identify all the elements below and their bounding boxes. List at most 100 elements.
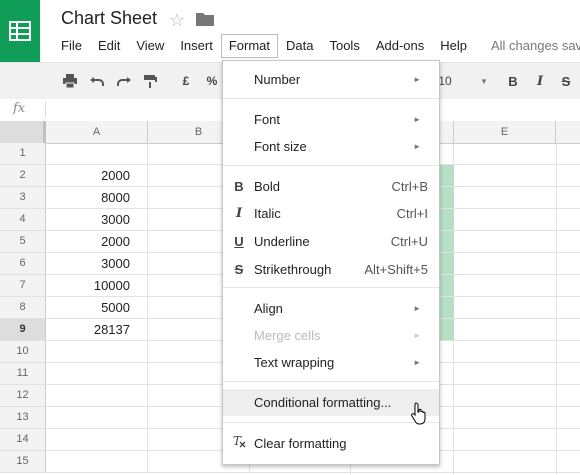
row-header[interactable]: 2: [0, 165, 46, 186]
row-header[interactable]: 5: [0, 231, 46, 252]
menu-item-shortcut: Ctrl+U: [390, 234, 428, 249]
menu-item-label: Align: [254, 301, 283, 316]
bold-button[interactable]: B: [505, 63, 521, 99]
italic-icon: I: [235, 206, 243, 221]
menu-item-label: Font size: [254, 139, 307, 154]
menu-item-label: Merge cells: [254, 328, 321, 343]
cell-a[interactable]: 5000: [46, 297, 148, 318]
submenu-arrow-icon: ►: [413, 142, 421, 151]
menu-item-font[interactable]: Font ►: [223, 106, 439, 133]
menu-item-number[interactable]: Number ►: [223, 66, 439, 93]
menu-bar: File Edit View Insert Format Data Tools …: [53, 34, 475, 58]
column-header-e[interactable]: E: [454, 121, 556, 143]
menu-item-shortcut: Alt+Shift+5: [364, 262, 428, 277]
row-header[interactable]: 8: [0, 297, 46, 318]
row-header[interactable]: 15: [0, 451, 46, 472]
row-header[interactable]: 14: [0, 429, 46, 450]
menu-separator: [223, 165, 439, 166]
clear-formatting-icon: T: [232, 430, 246, 457]
menu-separator: [223, 287, 439, 288]
row-header[interactable]: 4: [0, 209, 46, 230]
menu-help[interactable]: Help: [432, 34, 475, 58]
menu-insert[interactable]: Insert: [172, 34, 221, 58]
cell-a[interactable]: [46, 363, 148, 384]
cell-a[interactable]: [46, 451, 148, 472]
menu-item-label: Italic: [254, 206, 281, 221]
currency-button[interactable]: £: [176, 63, 196, 99]
menu-item-merge-cells: Merge cells ►: [223, 322, 439, 349]
menu-tools[interactable]: Tools: [321, 34, 367, 58]
column-header-a[interactable]: A: [46, 121, 148, 143]
menu-item-underline[interactable]: U Underline Ctrl+U: [223, 228, 439, 255]
row-header[interactable]: 13: [0, 407, 46, 428]
row-header[interactable]: 6: [0, 253, 46, 274]
row-header[interactable]: 12: [0, 385, 46, 406]
print-icon[interactable]: [60, 63, 80, 99]
menu-format[interactable]: Format: [220, 34, 278, 58]
submenu-arrow-icon: ►: [413, 358, 421, 367]
redo-icon[interactable]: [114, 63, 134, 99]
submenu-arrow-icon: ►: [413, 304, 421, 313]
menu-item-conditional-formatting[interactable]: Conditional formatting...: [223, 389, 439, 416]
menu-separator: [223, 98, 439, 99]
sheets-icon: [9, 21, 31, 41]
menu-edit[interactable]: Edit: [90, 34, 128, 58]
cell-a[interactable]: [46, 429, 148, 450]
row-header[interactable]: 11: [0, 363, 46, 384]
submenu-arrow-icon: ►: [413, 115, 421, 124]
star-icon[interactable]: ☆: [169, 9, 185, 31]
cell-a[interactable]: 2000: [46, 231, 148, 252]
paint-format-icon[interactable]: [140, 63, 160, 99]
menu-add-ons[interactable]: Add-ons: [368, 34, 432, 58]
cell-a[interactable]: [46, 341, 148, 362]
sheets-logo[interactable]: [0, 0, 40, 62]
cell-a[interactable]: 3000: [46, 209, 148, 230]
menu-item-clear-formatting[interactable]: T Clear formatting: [223, 430, 439, 457]
cell-a[interactable]: 28137: [46, 319, 148, 340]
row-header[interactable]: 3: [0, 187, 46, 208]
cell-a[interactable]: 2000: [46, 165, 148, 186]
underline-icon: U: [234, 234, 244, 249]
cell-a[interactable]: 3000: [46, 253, 148, 274]
menu-item-label: Underline: [254, 234, 310, 249]
cell-a[interactable]: [46, 143, 148, 164]
menu-view[interactable]: View: [128, 34, 172, 58]
menu-separator: [223, 381, 439, 382]
menu-item-label: Strikethrough: [254, 262, 332, 277]
menu-item-font-size[interactable]: Font size ►: [223, 133, 439, 160]
menu-item-label: Font: [254, 112, 281, 127]
document-title[interactable]: Chart Sheet: [61, 8, 157, 29]
menu-item-label: Number: [254, 72, 301, 87]
strikethrough-button[interactable]: S: [558, 63, 574, 99]
menu-item-shortcut: Ctrl+I: [396, 206, 428, 221]
undo-icon[interactable]: [87, 63, 107, 99]
folder-icon[interactable]: [196, 12, 214, 29]
font-size-value[interactable]: 10: [438, 63, 452, 99]
save-status: All changes sav: [491, 38, 580, 53]
percent-button[interactable]: %: [203, 63, 221, 99]
menu-item-bold[interactable]: B Bold Ctrl+B: [223, 173, 439, 200]
fx-icon: fx: [13, 101, 26, 116]
cell-a[interactable]: 10000: [46, 275, 148, 296]
select-all-corner[interactable]: [0, 121, 46, 143]
font-size-dropdown-icon[interactable]: ▼: [478, 63, 490, 99]
submenu-arrow-icon: ►: [413, 331, 421, 340]
row-header[interactable]: 7: [0, 275, 46, 296]
menu-data[interactable]: Data: [278, 34, 321, 58]
cell-a[interactable]: [46, 385, 148, 406]
cell-a[interactable]: [46, 407, 148, 428]
menu-item-strikethrough[interactable]: S Strikethrough Alt+Shift+5: [223, 256, 439, 283]
formula-divider: [45, 102, 46, 118]
hand-cursor-icon: [411, 402, 429, 429]
menu-item-text-wrapping[interactable]: Text wrapping ►: [223, 349, 439, 376]
menu-item-align[interactable]: Align ►: [223, 295, 439, 322]
menu-file[interactable]: File: [53, 34, 90, 58]
format-menu: Number ► Font ► Font size ► B Bold Ctrl+…: [222, 60, 440, 465]
italic-button[interactable]: I: [532, 63, 548, 99]
row-header[interactable]: 1: [0, 143, 46, 164]
row-header[interactable]: 10: [0, 341, 46, 362]
cell-a[interactable]: 8000: [46, 187, 148, 208]
row-header[interactable]: 9: [0, 319, 46, 340]
menu-item-label: Clear formatting: [254, 436, 347, 451]
menu-item-italic[interactable]: I Italic Ctrl+I: [223, 200, 439, 227]
